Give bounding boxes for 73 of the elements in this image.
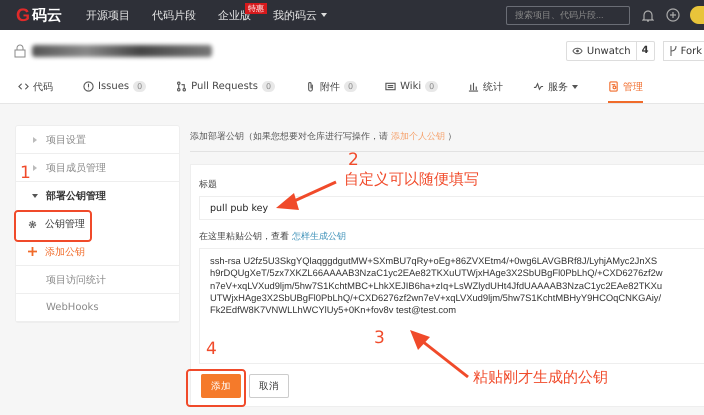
step-number: 3 [374,330,385,347]
intro-text: 添加部署公钥（如果您想要对仓库进行写操作，请 添加个人公钥 ） [190,125,704,152]
pulse-icon [533,81,544,92]
annotation-arrow [276,180,337,210]
highlight-frame [186,369,246,407]
count-badge: 0 [344,81,358,92]
tab-label: 服务 [548,80,568,94]
sidebar-label: 公钥管理 [45,218,85,231]
sidebar-label: 部署公钥管理 [46,190,106,203]
fork-icon [670,46,677,56]
tab[interactable]: Issues 0 [83,72,146,103]
sidebar-item[interactable]: 部署公钥管理 [16,182,179,210]
tab[interactable]: 代码 [18,72,53,103]
info-icon [83,81,94,92]
count-badge: 0 [262,81,276,92]
sidebar-label: 添加公钥 [45,246,85,258]
lock-icon [14,44,26,58]
tab[interactable]: Wiki 0 [385,72,438,103]
fork-button[interactable]: Fork [662,41,704,61]
tab-label: Wiki [400,81,422,92]
plus-icon [28,247,37,256]
step-number: 1 [20,165,31,182]
sidebar-item[interactable]: WebHooks [16,294,179,322]
promo-badge: 特惠 [245,2,268,14]
sidebar-label: 项目设置 [46,134,86,146]
title-field[interactable]: pull pub key [199,196,704,220]
sidebar-label: WebHooks [46,302,99,313]
sidebar-item[interactable]: 项目设置 [16,126,179,154]
watch-count: 4 [636,42,654,60]
tab-label: 管理 [623,80,644,94]
settings-doc-icon [608,81,620,92]
key-label: 在这里粘贴公钥，查看 怎样生成公钥 [199,231,346,244]
gear-icon [28,220,37,228]
count-badge: 0 [425,81,438,92]
sidebar-item[interactable]: 项目访问统计 [16,266,179,294]
annotation-arrow [410,330,469,378]
annotation-note: 自定义可以随便填写 [344,172,479,187]
nav-link[interactable]: 开源项目 [86,8,130,22]
tab-label: 附件 [320,80,340,94]
book-icon [385,81,396,92]
bar-chart-icon [468,81,480,92]
title-label: 标题 [199,179,217,192]
logo-text[interactable]: 码云 [32,6,62,24]
tab[interactable]: Pull Requests 0 [176,72,276,103]
avatar[interactable] [690,6,704,24]
tab-label: Issues [98,81,130,92]
caret-right-icon [32,136,38,142]
unwatch-button[interactable]: Unwatch 4 [566,41,655,61]
nav-link[interactable]: 我的码云 [273,8,318,22]
caret-down-icon [32,193,38,199]
tab[interactable]: 统计 [468,72,504,103]
tab-label: 代码 [33,80,53,94]
step-number: 4 [206,341,217,358]
merge-icon [176,81,188,92]
tab[interactable]: 服务 [533,72,578,103]
eye-icon [572,47,583,55]
cancel-button[interactable]: 取消 [249,374,289,398]
tab-label: Pull Requests [191,81,258,92]
sidebar-subitem[interactable]: 公钥管理 [16,210,179,238]
plus-circle-icon[interactable] [666,8,680,22]
code-icon [18,81,29,92]
caret-right-icon [32,164,38,170]
count-badge: 0 [133,81,146,92]
sidebar-label: 项目成员管理 [46,162,106,174]
sidebar-label: 项目访问统计 [46,274,106,286]
tab-label: 统计 [483,80,504,94]
bell-icon[interactable] [642,8,654,22]
annotation-note: 粘贴刚才生成的公钥 [473,370,608,385]
how-to-generate-link[interactable]: 怎样生成公钥 [292,232,346,242]
tab[interactable]: 附件 0 [305,72,358,103]
nav-link[interactable]: 代码片段 [152,8,196,22]
search-field[interactable]: 搜索项目、代码片段... [506,6,630,24]
step-number: 2 [348,152,359,169]
